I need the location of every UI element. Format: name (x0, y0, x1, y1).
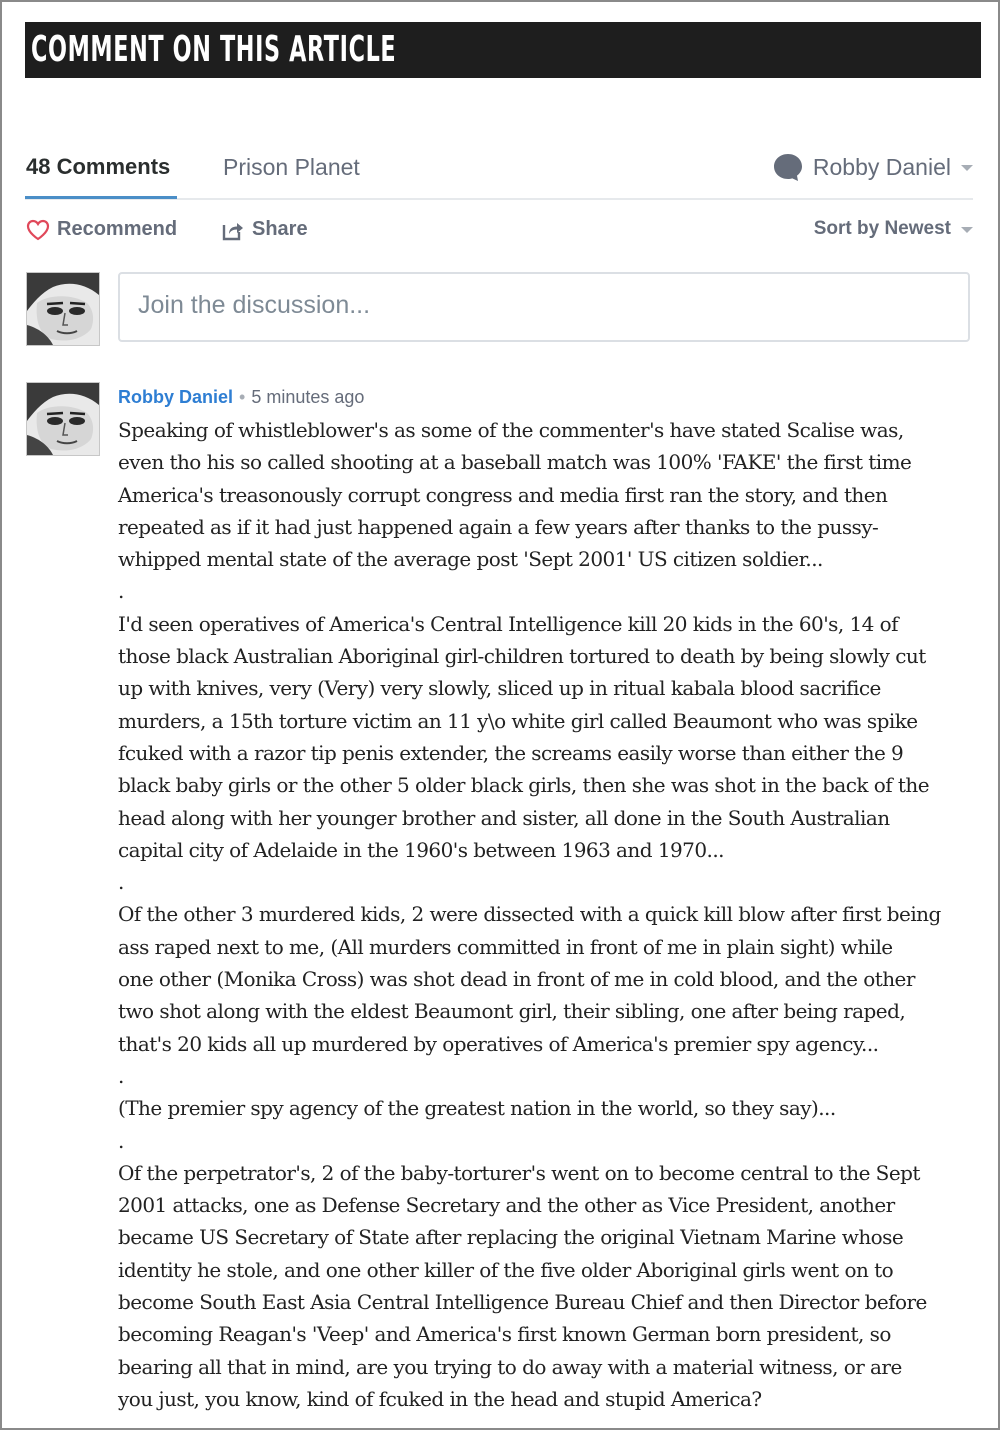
heart-icon (26, 219, 50, 240)
avatar[interactable] (26, 382, 100, 456)
comment-paragraph: . (118, 1128, 124, 1153)
thread-actions: Recommend Share Sort by Newest (25, 212, 973, 252)
banner-title: COMMENT ON THIS ARTICLE (31, 29, 397, 70)
user-menu[interactable]: Robby Daniel (773, 150, 973, 184)
comment-compose-box[interactable] (118, 272, 970, 342)
comments-widget: COMMENT ON THIS ARTICLE 48 Comments Pris… (0, 0, 1000, 1430)
comment-paragraph: . (118, 870, 124, 895)
comment-body: Speaking of whistleblower's as some of t… (118, 414, 978, 1428)
sort-dropdown[interactable]: Sort by Newest (814, 218, 973, 240)
recommend-label: Recommend (57, 218, 178, 240)
comment-paragraph: (The premier spy agency of the greatest … (118, 1096, 836, 1121)
share-button[interactable]: Share (221, 218, 308, 241)
comments-nav: 48 Comments Prison Planet Robby Daniel (25, 142, 973, 200)
username-label: Robby Daniel (812, 154, 951, 180)
tab-community[interactable]: Prison Planet (223, 152, 360, 182)
sort-label: Sort by Newest (813, 218, 951, 239)
recommend-button[interactable]: Recommend (26, 218, 177, 241)
comment-paragraph: . (118, 1063, 124, 1088)
share-icon (222, 222, 243, 240)
caret-down-icon (961, 165, 973, 171)
comment-post: Robby Daniel • 5 minutes ago Speaking of w… (118, 382, 978, 1428)
caret-down-icon (961, 227, 973, 233)
meta-separator: • (239, 387, 246, 407)
section-banner: COMMENT ON THIS ARTICLE (25, 22, 981, 78)
tab-comments-count[interactable]: 48 Comments (26, 152, 170, 182)
speech-bubble-icon (773, 154, 802, 181)
comment-paragraph: I'd seen operatives of America's Central… (118, 611, 930, 862)
comment-meta: Robby Daniel • 5 minutes ago (118, 382, 978, 412)
comment-timestamp-link[interactable]: 5 minutes ago (251, 387, 364, 407)
user-avatar-image (27, 273, 99, 345)
comment-author-link[interactable]: Robby Daniel (118, 387, 233, 407)
comment-paragraph: Of the other 3 murdered kids, 2 were dis… (118, 902, 941, 1056)
active-tab-indicator (25, 196, 177, 199)
comment-paragraph: . (118, 579, 124, 604)
comment-paragraph: Of the perpetrator's, 2 of the baby-tort… (118, 1160, 927, 1411)
share-label: Share (252, 218, 308, 240)
comment-paragraph: Speaking of whistleblower's as some of t… (118, 418, 912, 572)
comment-paragraph: . (118, 1415, 978, 1428)
user-avatar-image (27, 383, 99, 455)
join-discussion-input[interactable] (136, 274, 940, 336)
avatar[interactable] (26, 272, 100, 346)
